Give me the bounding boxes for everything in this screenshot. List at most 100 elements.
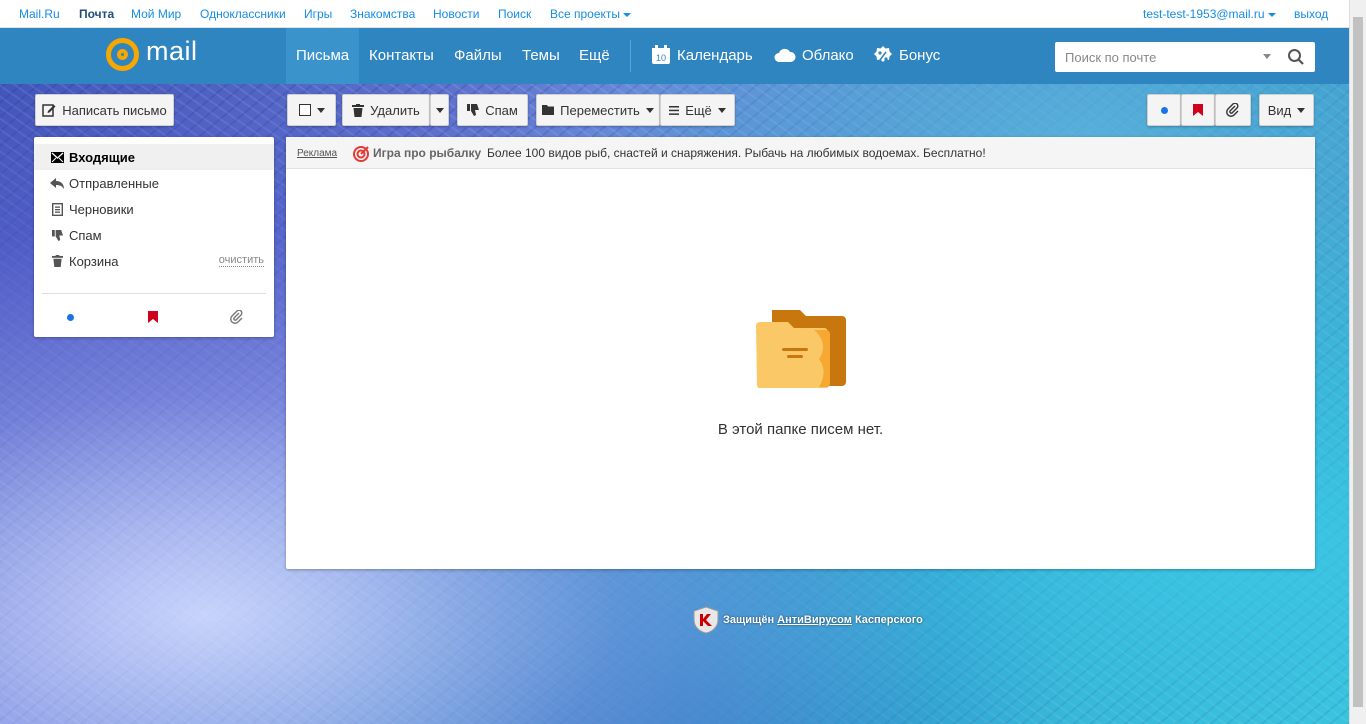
folder-sidebar: Входящие Отправленные Черновики Спам Кор… <box>34 137 274 337</box>
folder-sent[interactable]: Отправленные <box>34 170 274 196</box>
cloud-label: Облако <box>802 47 854 64</box>
ad-text[interactable]: Более 100 видов рыб, снастей и снаряжени… <box>487 146 986 160</box>
search-icon[interactable] <box>1287 48 1305 66</box>
portal-link-mailru[interactable]: Mail.Ru <box>19 7 60 21</box>
scrollbar-thumb[interactable] <box>1353 17 1363 707</box>
filter-unread-button[interactable] <box>1147 94 1181 126</box>
ad-strip[interactable]: Реклама Игра про рыбалку Более 100 видов… <box>286 137 1315 169</box>
page-scrollbar[interactable] <box>1349 0 1366 724</box>
nav-calendar[interactable]: 10 Календарь <box>641 28 763 84</box>
logo-word: mail <box>146 36 198 66</box>
thumbs-down-icon <box>50 229 64 241</box>
empty-folder-message: В этой папке писем нет. <box>717 421 884 438</box>
portal-link-poisk[interactable]: Поиск <box>498 7 531 21</box>
sidebar-filter-flagged[interactable] <box>143 309 163 325</box>
more-label: Ещё <box>685 102 712 118</box>
trash-icon <box>50 255 64 267</box>
search-input[interactable] <box>1055 42 1255 72</box>
filter-attachments-button[interactable] <box>1215 94 1251 126</box>
portal-link-odnoklassniki[interactable]: Одноклассники <box>200 7 286 21</box>
chevron-down-icon <box>1297 107 1306 113</box>
portal-link-all-projects[interactable]: Все проекты <box>550 7 632 21</box>
kaspersky-text: Защищён АнтиВирусом Касперского <box>723 614 923 626</box>
sidebar-divider <box>42 293 266 294</box>
chevron-down-icon <box>316 107 325 113</box>
sidebar-filter-attachments[interactable] <box>227 309 247 325</box>
folder-inbox[interactable]: Входящие <box>34 144 274 170</box>
main-header: mail Письма Контакты Файлы Темы Ещё 10 К… <box>0 28 1366 84</box>
portal-link-novosti[interactable]: Новости <box>433 7 479 21</box>
filter-flagged-button[interactable] <box>1181 94 1215 126</box>
nav-separator <box>630 40 631 72</box>
view-label: Вид <box>1267 102 1292 118</box>
cloud-icon <box>774 48 796 62</box>
nav-contacts[interactable]: Контакты <box>359 28 444 84</box>
delete-label: Удалить <box>370 102 420 118</box>
select-all-checkbox[interactable] <box>287 94 336 126</box>
chevron-down-icon <box>435 107 444 113</box>
mail-logo[interactable]: mail <box>106 36 206 74</box>
move-button[interactable]: Переместить <box>536 94 660 126</box>
folder-trash[interactable]: Корзина очистить <box>34 248 274 274</box>
antivirus-link[interactable]: АнтиВирусом <box>777 614 852 626</box>
spam-button[interactable]: Спам <box>457 94 528 126</box>
kaspersky-shield-icon <box>693 606 719 634</box>
ad-label[interactable]: Реклама <box>297 148 337 159</box>
checkbox-icon <box>298 104 311 116</box>
bonus-label: Бонус <box>899 47 941 64</box>
folder-spam[interactable]: Спам <box>34 222 274 248</box>
unread-dot-icon <box>66 313 74 321</box>
nav-files[interactable]: Файлы <box>444 28 512 84</box>
calendar-label: Календарь <box>677 47 753 64</box>
draft-icon <box>50 202 64 216</box>
empty-folder-icon <box>756 310 846 388</box>
flag-icon <box>148 311 158 323</box>
delete-button[interactable]: Удалить <box>342 94 430 126</box>
view-button[interactable]: Вид <box>1259 94 1314 126</box>
target-icon <box>353 146 369 162</box>
portal-bar: Mail.Ru Почта Мой Мир Одноклассники Игры… <box>0 0 1366 28</box>
ad-title[interactable]: Игра про рыбалку <box>373 146 481 160</box>
folder-label: Корзина <box>69 253 119 269</box>
portal-link-pochta[interactable]: Почта <box>79 7 114 21</box>
all-projects-label: Все проекты <box>550 7 621 21</box>
user-email-menu[interactable]: test-test-1953@mail.ru <box>1143 7 1276 21</box>
chevron-down-icon <box>623 12 632 17</box>
compose-button[interactable]: Написать письмо <box>35 94 174 126</box>
menu-lines-icon <box>669 105 680 115</box>
folder-drafts[interactable]: Черновики <box>34 196 274 222</box>
trash-icon <box>352 103 365 117</box>
chevron-down-icon <box>645 107 654 113</box>
sidebar-filter-unread[interactable] <box>60 309 80 325</box>
folder-icon <box>542 105 555 115</box>
calendar-icon: 10 <box>652 44 670 64</box>
kaspersky-brand: Касперского <box>854 614 923 626</box>
paperclip-icon <box>1226 103 1239 117</box>
spam-label: Спам <box>485 102 518 118</box>
nav-more[interactable]: Ещё <box>569 28 620 84</box>
more-actions-button[interactable]: Ещё <box>660 94 735 126</box>
search-options-dropdown-icon[interactable] <box>1263 54 1271 59</box>
nav-themes[interactable]: Темы <box>512 28 570 84</box>
nav-bonus[interactable]: Бонус <box>863 28 950 84</box>
nav-cloud[interactable]: Облако <box>764 28 864 84</box>
move-label: Переместить <box>560 102 640 118</box>
protected-prefix: Защищён <box>723 614 775 626</box>
compose-label: Написать письмо <box>62 102 167 118</box>
paperclip-icon <box>230 310 243 324</box>
chevron-down-icon <box>1267 12 1276 17</box>
unread-dot-icon <box>1160 106 1168 114</box>
kaspersky-badge[interactable]: Защищён АнтиВирусом Касперского <box>693 606 923 634</box>
reply-icon <box>50 177 64 189</box>
clear-trash-link[interactable]: очистить <box>218 255 264 267</box>
folder-label: Входящие <box>69 149 135 165</box>
portal-link-igry[interactable]: Игры <box>304 7 332 21</box>
portal-link-moy-mir[interactable]: Мой Мир <box>131 7 181 21</box>
delete-options-button[interactable] <box>430 94 449 126</box>
folder-label: Спам <box>69 227 102 243</box>
search-box <box>1055 42 1315 72</box>
thumbs-down-icon <box>467 104 480 116</box>
logout-link[interactable]: выход <box>1294 7 1328 21</box>
portal-link-znakomstva[interactable]: Знакомства <box>350 7 415 21</box>
nav-letters[interactable]: Письма <box>286 28 360 84</box>
